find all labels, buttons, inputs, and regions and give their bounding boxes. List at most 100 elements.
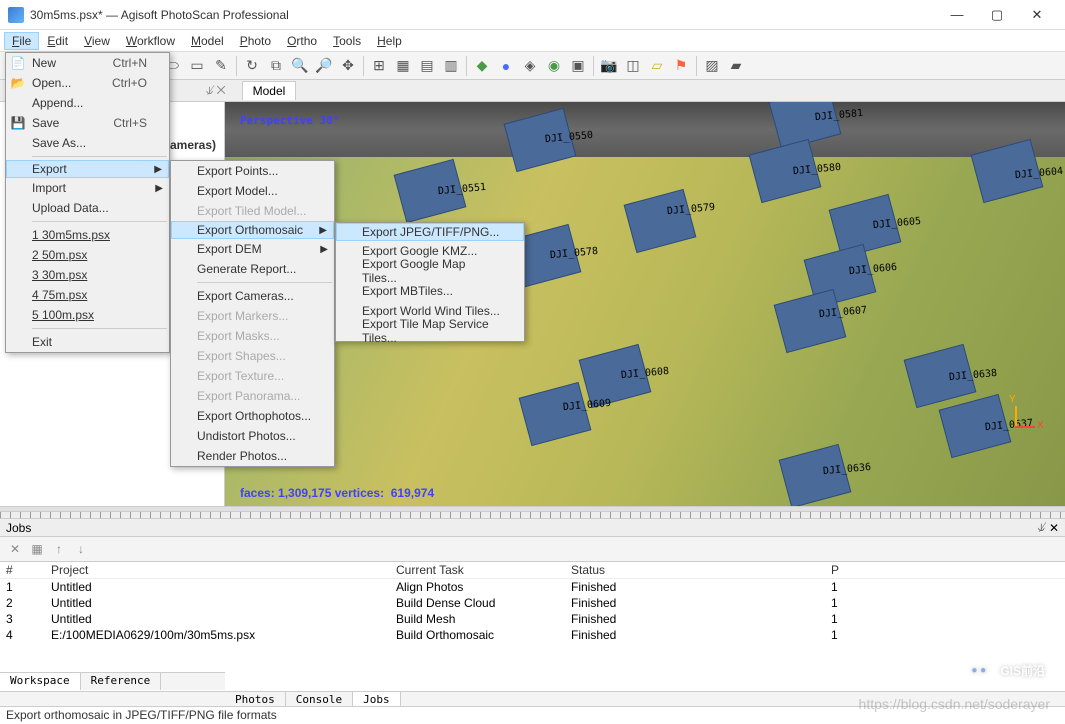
marker-icon[interactable]: ◆: [471, 55, 493, 77]
col-task[interactable]: Current Task: [396, 563, 571, 577]
pen-icon[interactable]: ✎: [210, 55, 232, 77]
panel-pin-icon[interactable]: ⫝̸ ✕: [200, 83, 232, 98]
rotate-icon[interactable]: ↻: [241, 55, 263, 77]
recent-file[interactable]: 5 100m.psx: [6, 305, 169, 325]
stop-icon[interactable]: ▦: [28, 540, 46, 558]
solid-icon[interactable]: ▰: [725, 55, 747, 77]
url-watermark: https://blog.csdn.net/soderayer: [859, 696, 1050, 712]
menu-photo[interactable]: Photo: [232, 32, 279, 50]
menu-append[interactable]: Append...: [6, 93, 169, 113]
pin-icon[interactable]: ⫝̸: [1038, 520, 1045, 535]
export-google-map-tiles[interactable]: Export Google Map Tiles...: [336, 261, 524, 281]
export-jpeg-tiff-png[interactable]: Export JPEG/TIFF/PNG...: [336, 223, 524, 241]
maximize-button[interactable]: ▢: [977, 1, 1017, 29]
table-row[interactable]: 3UntitledBuild MeshFinished1: [0, 611, 1065, 627]
menu-help[interactable]: Help: [369, 32, 410, 50]
zoomin-icon[interactable]: 🔍: [289, 55, 311, 77]
menu-upload[interactable]: Upload Data...: [6, 198, 169, 218]
table-row[interactable]: 2UntitledBuild Dense CloudFinished1: [0, 595, 1065, 611]
camera-icon[interactable]: 📷: [598, 55, 620, 77]
generate-report[interactable]: Generate Report...: [171, 259, 334, 279]
grid-icon[interactable]: ⊞: [368, 55, 390, 77]
chevron-right-icon: ▶: [320, 244, 328, 255]
camera-rect: [625, 190, 695, 252]
shape-icon[interactable]: ◫: [622, 55, 644, 77]
box2-icon[interactable]: ▤: [416, 55, 438, 77]
flag-icon[interactable]: ⚑: [670, 55, 692, 77]
axis-gizmo: YX: [995, 406, 1035, 446]
window-title: 30m5ms.psx* — Agisoft PhotoScan Professi…: [30, 8, 937, 22]
crop-icon[interactable]: ⧉: [265, 55, 287, 77]
menu-saveas[interactable]: Save As...: [6, 133, 169, 153]
camera-rect: [775, 290, 845, 352]
hatch-icon[interactable]: ▨: [701, 55, 723, 77]
export-model[interactable]: Export Model...: [171, 181, 334, 201]
close-icon[interactable]: ✕: [1049, 521, 1059, 535]
menu-ortho[interactable]: Ortho: [279, 32, 325, 50]
jobs-title: Jobs: [6, 521, 31, 535]
up-icon[interactable]: ↑: [50, 540, 68, 558]
col-p[interactable]: P: [831, 563, 851, 577]
recent-file[interactable]: 1 30m5ms.psx: [6, 225, 169, 245]
export-cameras[interactable]: Export Cameras...: [171, 286, 334, 306]
watermark: ● ● GIS前沿: [964, 656, 1045, 684]
delete-icon[interactable]: ✕: [6, 540, 24, 558]
minimize-button[interactable]: —: [937, 1, 977, 29]
box-icon[interactable]: ▦: [392, 55, 414, 77]
menu-file[interactable]: File: [4, 32, 39, 50]
fit-icon[interactable]: ✥: [337, 55, 359, 77]
menu-new[interactable]: 📄NewCtrl+N: [6, 53, 169, 73]
menu-import[interactable]: Import▶: [6, 178, 169, 198]
camera-rect: [520, 383, 590, 445]
menu-exit[interactable]: Exit: [6, 332, 169, 352]
menu-tools[interactable]: Tools: [325, 32, 369, 50]
menu-save[interactable]: 💾SaveCtrl+S: [6, 113, 169, 133]
export-points[interactable]: Export Points...: [171, 161, 334, 181]
texture-icon[interactable]: ◉: [543, 55, 565, 77]
render-photos[interactable]: Render Photos...: [171, 446, 334, 466]
undistort-photos[interactable]: Undistort Photos...: [171, 426, 334, 446]
menu-export[interactable]: Export▶: [6, 160, 169, 178]
mesh-icon[interactable]: ◈: [519, 55, 541, 77]
table-row[interactable]: 1UntitledAlign PhotosFinished1: [0, 579, 1065, 595]
menu-workflow[interactable]: Workflow: [118, 32, 183, 50]
export-orthophotos[interactable]: Export Orthophotos...: [171, 406, 334, 426]
tab-workspace[interactable]: Workspace: [0, 673, 81, 690]
export-panorama: Export Panorama...: [171, 386, 334, 406]
table-row[interactable]: 4E:/100MEDIA0629/100m/30m5ms.psxBuild Or…: [0, 627, 1065, 643]
chevron-right-icon: ▶: [155, 183, 163, 194]
col-status[interactable]: Status: [571, 563, 831, 577]
export-shapes: Export Shapes...: [171, 346, 334, 366]
export-orthomosaic[interactable]: Export Orthomosaic▶: [171, 221, 334, 239]
down-icon[interactable]: ↓: [72, 540, 90, 558]
rect-icon[interactable]: ▭: [186, 55, 208, 77]
menu-bar: File Edit View Workflow Model Photo Orth…: [0, 30, 1065, 52]
recent-file[interactable]: 3 30m.psx: [6, 265, 169, 285]
zoomout-icon[interactable]: 🔎: [313, 55, 335, 77]
open-folder-icon: 📂: [10, 75, 26, 91]
box3-icon[interactable]: ▥: [440, 55, 462, 77]
export-submenu: Export Points... Export Model... Export …: [170, 160, 335, 467]
tab-model[interactable]: Model: [242, 81, 297, 100]
overlay-icon[interactable]: ▱: [646, 55, 668, 77]
col-project[interactable]: Project: [51, 563, 396, 577]
file-menu-dropdown: 📄NewCtrl+N 📂Open...Ctrl+O Append... 💾Sav…: [5, 52, 170, 353]
cube-icon[interactable]: ▣: [567, 55, 589, 77]
export-tms-tiles[interactable]: Export Tile Map Service Tiles...: [336, 321, 524, 341]
recent-file[interactable]: 4 75m.psx: [6, 285, 169, 305]
tab-reference[interactable]: Reference: [81, 673, 162, 690]
menu-model[interactable]: Model: [183, 32, 232, 50]
export-mbtiles[interactable]: Export MBTiles...: [336, 281, 524, 301]
save-disk-icon: 💾: [10, 115, 26, 131]
export-markers: Export Markers...: [171, 306, 334, 326]
menu-open[interactable]: 📂Open...Ctrl+O: [6, 73, 169, 93]
sphere-icon[interactable]: ●: [495, 55, 517, 77]
col-number[interactable]: #: [6, 563, 51, 577]
recent-file[interactable]: 2 50m.psx: [6, 245, 169, 265]
export-dem[interactable]: Export DEM▶: [171, 239, 334, 259]
export-tiled: Export Tiled Model...: [171, 201, 334, 221]
close-button[interactable]: ✕: [1017, 1, 1057, 29]
menu-edit[interactable]: Edit: [39, 32, 76, 50]
perspective-label: Perspective 30°: [240, 114, 339, 127]
menu-view[interactable]: View: [76, 32, 118, 50]
